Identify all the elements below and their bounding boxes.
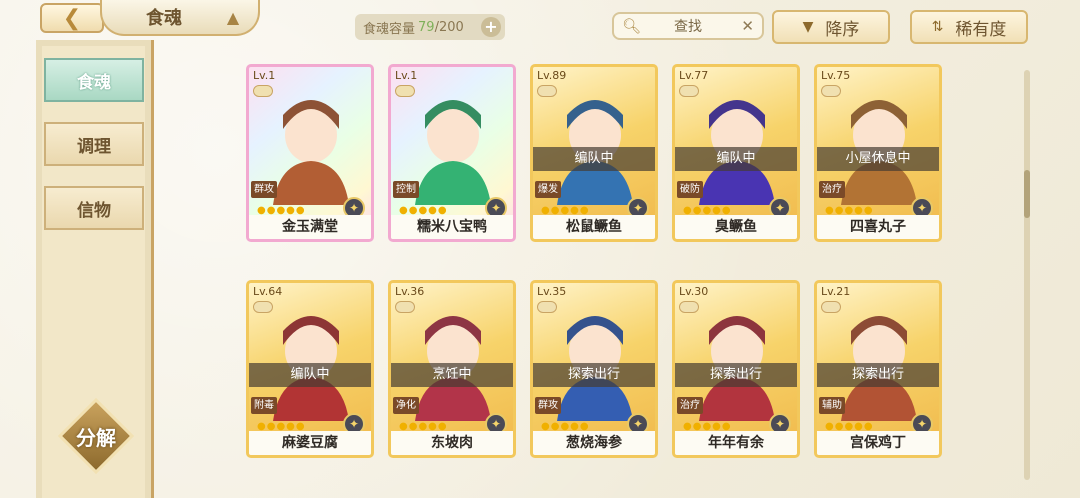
- sidebar-item-label: 调理: [77, 136, 111, 157]
- soul-card[interactable]: Lv.1 群攻 ●●●●● ✦ 金玉满堂: [246, 64, 374, 242]
- card-name: 臭鳜鱼: [675, 215, 797, 239]
- card-role: 控制: [393, 181, 419, 198]
- capacity-current: 79: [418, 19, 435, 35]
- lock-tag-icon: [821, 85, 841, 97]
- card-status: 编队中: [533, 147, 655, 171]
- card-name: 糯米八宝鸭: [391, 215, 513, 239]
- sidebar-item-soul[interactable]: 食魂: [44, 58, 144, 102]
- sort-down-icon: ▼: [802, 19, 814, 35]
- card-level: Lv.21: [821, 285, 851, 298]
- card-status: 探索出行: [675, 363, 797, 387]
- soul-card[interactable]: Lv.36 烹饪中 净化 ●●●●● ✦ 东坡肉: [388, 280, 516, 458]
- card-level: Lv.89: [537, 69, 567, 82]
- sidebar-item-label: 食魂: [77, 72, 111, 93]
- sort-order-label: 降序: [825, 19, 860, 40]
- lock-tag-icon: [537, 301, 557, 313]
- soul-card[interactable]: Lv.89 编队中 爆发 ●●●●● ✦ 松鼠鳜鱼: [530, 64, 658, 242]
- capacity-display: 食魂容量 79 /200 +: [355, 14, 505, 40]
- lock-tag-icon: [821, 301, 841, 313]
- sidebar-item-label: 信物: [77, 200, 111, 221]
- card-role: 净化: [393, 397, 419, 414]
- card-name: 宫保鸡丁: [817, 431, 939, 455]
- card-name: 松鼠鳜鱼: [533, 215, 655, 239]
- card-level: Lv.77: [679, 69, 709, 82]
- hat-icon[interactable]: ▲: [220, 6, 246, 28]
- sidebar-item-cooking[interactable]: 调理: [44, 122, 144, 166]
- capacity-max: /200: [434, 19, 464, 35]
- back-button[interactable]: ❮: [40, 3, 104, 33]
- card-role: 群攻: [535, 397, 561, 414]
- search-label: 查找: [674, 19, 702, 35]
- card-role: 治疗: [819, 181, 845, 198]
- card-name: 东坡肉: [391, 431, 513, 455]
- card-level: Lv.75: [821, 69, 851, 82]
- card-role: 辅助: [819, 397, 845, 414]
- search-input[interactable]: 🔍︎ 查找 ✕: [612, 12, 764, 40]
- card-status: 烹饪中: [391, 363, 513, 387]
- sort-by-label: 稀有度: [955, 19, 1007, 40]
- soul-card[interactable]: Lv.77 编队中 破防 ●●●●● ✦ 臭鳜鱼: [672, 64, 800, 242]
- card-status: 编队中: [675, 147, 797, 171]
- card-role: 群攻: [251, 181, 277, 198]
- card-status: 探索出行: [817, 363, 939, 387]
- card-level: Lv.36: [395, 285, 425, 298]
- card-status: 编队中: [249, 363, 371, 387]
- lock-tag-icon: [537, 85, 557, 97]
- soul-card[interactable]: Lv.64 编队中 附毒 ●●●●● ✦ 麻婆豆腐: [246, 280, 374, 458]
- decompose-button[interactable]: 分解: [56, 397, 136, 475]
- card-level: Lv.1: [253, 69, 276, 82]
- card-level: Lv.1: [395, 69, 418, 82]
- lock-tag-icon: [253, 85, 273, 97]
- card-name: 葱烧海参: [533, 431, 655, 455]
- card-level: Lv.30: [679, 285, 709, 298]
- add-capacity-button[interactable]: +: [481, 17, 501, 37]
- card-level: Lv.35: [537, 285, 567, 298]
- soul-card[interactable]: Lv.21 探索出行 辅助 ●●●●● ✦ 宫保鸡丁: [814, 280, 942, 458]
- card-name: 麻婆豆腐: [249, 431, 371, 455]
- card-role: 治疗: [677, 397, 703, 414]
- clear-search-icon[interactable]: ✕: [741, 17, 754, 35]
- scrollbar[interactable]: [1024, 70, 1030, 480]
- lock-tag-icon: [679, 301, 699, 313]
- card-role: 破防: [677, 181, 703, 198]
- card-status: 小屋休息中: [817, 147, 939, 171]
- soul-card[interactable]: Lv.30 探索出行 治疗 ●●●●● ✦ 年年有余: [672, 280, 800, 458]
- lock-tag-icon: [679, 85, 699, 97]
- card-name: 四喜丸子: [817, 215, 939, 239]
- sidebar-item-token[interactable]: 信物: [44, 186, 144, 230]
- capacity-label: 食魂容量: [363, 21, 416, 37]
- card-name: 年年有余: [675, 431, 797, 455]
- lock-tag-icon: [253, 301, 273, 313]
- page-title: 食魂: [146, 8, 182, 29]
- soul-card[interactable]: Lv.1 控制 ●●●●● ✦ 糯米八宝鸭: [388, 64, 516, 242]
- card-role: 爆发: [535, 181, 561, 198]
- lock-tag-icon: [395, 85, 415, 97]
- card-status: 探索出行: [533, 363, 655, 387]
- soul-card[interactable]: Lv.75 小屋休息中 治疗 ●●●●● ✦ 四喜丸子: [814, 64, 942, 242]
- decompose-label: 分解: [76, 425, 116, 450]
- search-icon: 🔍︎: [622, 17, 642, 35]
- top-bar: ❮ 食魂 ▲ 食魂容量 79 /200 + 🔍︎ 查找 ✕ ▼ 降序 ⇅ 稀有度: [0, 0, 1080, 44]
- page-title-tab: 食魂 ▲: [100, 0, 260, 36]
- lock-tag-icon: [395, 301, 415, 313]
- sort-swap-icon: ⇅: [931, 19, 944, 35]
- sort-order-button[interactable]: ▼ 降序: [772, 10, 890, 44]
- card-role: 附毒: [251, 397, 277, 414]
- sort-by-button[interactable]: ⇅ 稀有度: [910, 10, 1028, 44]
- card-level: Lv.64: [253, 285, 283, 298]
- soul-card[interactable]: Lv.35 探索出行 群攻 ●●●●● ✦ 葱烧海参: [530, 280, 658, 458]
- scrollbar-thumb[interactable]: [1024, 170, 1030, 218]
- card-name: 金玉满堂: [249, 215, 371, 239]
- back-arrow-icon: ❮: [62, 5, 82, 31]
